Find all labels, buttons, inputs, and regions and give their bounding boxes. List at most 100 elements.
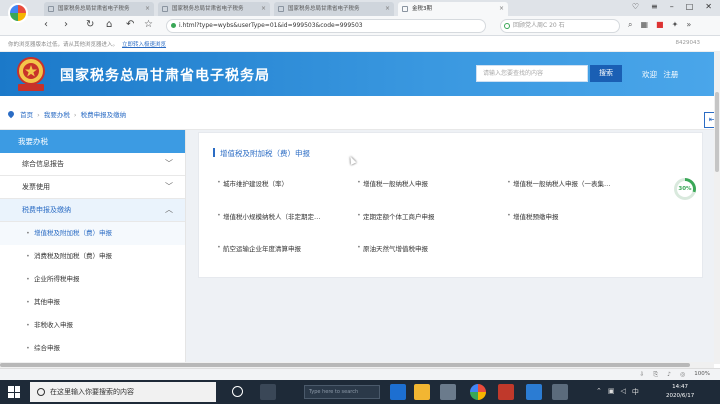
tab-favicon-icon	[162, 6, 168, 12]
browser-tab-3[interactable]: 国家税务总局甘肃省电子税务 ×	[274, 2, 394, 16]
url-field[interactable]: i.html?type=wybs&userType=01&id=999503&c…	[166, 19, 486, 33]
info-right-text: 8429043	[675, 40, 701, 46]
search-icon[interactable]: ⌕	[628, 20, 632, 30]
window-controls: ♡ ≡ – □ ✕	[632, 2, 712, 11]
sidebar-header: 我要办税	[0, 130, 185, 153]
filing-link-vat-small-scale[interactable]: 增值税小规模纳税人（非定期定…	[217, 211, 321, 221]
home-icon[interactable]: ⌂	[106, 19, 112, 30]
taskbar-app-icon-3[interactable]	[552, 384, 568, 400]
taskbar-app-icon-2[interactable]	[440, 384, 456, 400]
site-search-input[interactable]: 请输入您要查找的内容	[476, 65, 588, 82]
back-arrow-icon[interactable]: ‹	[44, 19, 48, 30]
taskbar-app-icon[interactable]	[260, 384, 276, 400]
tab-close-icon[interactable]: ×	[261, 2, 266, 16]
word-icon[interactable]	[526, 384, 542, 400]
sidebar-subitem-other[interactable]: 其他申报	[0, 291, 185, 314]
tab-close-icon[interactable]: ×	[499, 2, 504, 16]
browser-logo-icon[interactable]	[8, 3, 28, 23]
tab-favicon-icon	[402, 6, 408, 12]
filing-link-vat-prepaid[interactable]: 增值税预缴申报	[507, 211, 559, 221]
welcome-text: 欢迎	[642, 70, 657, 79]
toolbar-icons: ⌕ ▦ ■ ✦ »	[628, 20, 691, 30]
forward-arrow-icon[interactable]: ›	[64, 19, 68, 30]
sidebar-subitem-comprehensive[interactable]: 综合申报	[0, 337, 185, 360]
sidebar-subitem-vat[interactable]: 增值税及附加税（费）申报	[0, 222, 185, 245]
zoom-level[interactable]: 100%	[694, 371, 710, 379]
screenshot-icon[interactable]: ⎘	[653, 371, 658, 379]
vertical-scroll-thumb[interactable]	[715, 92, 719, 172]
filing-panel: 增值税及附加税（费）申报 城市维护建设税（率） 增值税一般纳税人申报 增值税一般…	[198, 132, 703, 278]
browser-tab-active[interactable]: 金税3期 ×	[398, 2, 508, 16]
logout-link[interactable]: 注册	[663, 70, 678, 79]
info-message: 你的浏览器版本过低，请从其他浏览器进入。 立即转入极速浏览	[8, 42, 167, 48]
filing-link-aviation-settlement[interactable]: 航空运输企业年度清算申报	[217, 243, 301, 253]
site-search-button[interactable]: 搜索	[590, 65, 622, 82]
user-area: 欢迎 注册	[642, 69, 682, 80]
menu-icon[interactable]: ≡	[651, 2, 658, 11]
progress-ring-widget[interactable]: 30%	[674, 178, 696, 200]
breadcrumb-level1[interactable]: 我要办税	[44, 111, 70, 119]
bookmark-star-icon[interactable]: ☆	[144, 19, 153, 30]
file-explorer-icon[interactable]	[414, 384, 430, 400]
site-title: 国家税务总局甘肃省电子税务局	[60, 68, 270, 84]
windows-start-icon[interactable]	[8, 386, 20, 398]
sidebar-subitem-non-tax-revenue[interactable]: 非税收入申报	[0, 314, 185, 337]
tab-close-icon[interactable]: ×	[385, 2, 390, 16]
switch-browser-link[interactable]: 立即转入极速浏览	[122, 42, 166, 48]
breadcrumb-home[interactable]: 首页	[20, 111, 33, 119]
task-view-icon[interactable]	[232, 386, 243, 397]
taskbar-clock[interactable]: 14:47 2020/6/17	[666, 383, 694, 401]
breadcrumb-separator: ›	[73, 111, 77, 119]
filing-link-fixed-quota[interactable]: 定期定额个体工商户申报	[357, 211, 435, 221]
chevron-down-icon: ﹀	[165, 182, 173, 191]
vertical-scrollbar[interactable]	[714, 52, 720, 364]
maximize-icon[interactable]: □	[686, 2, 694, 11]
breadcrumb: 首页 › 我要办税 › 税费申报及缴纳	[0, 96, 720, 130]
tray-volume-icon[interactable]: ◁	[621, 387, 626, 397]
search-engine-icon	[504, 23, 510, 29]
network-icon[interactable]: ◎	[680, 371, 685, 379]
browser-tab-1[interactable]: 国家税务总局甘肃省电子税务 ×	[44, 2, 154, 16]
tab-close-icon[interactable]: ×	[145, 2, 150, 16]
address-bar-row: ‹ › ↻ ⌂ ↶ ☆ i.html?type=wybs&userType=01…	[0, 16, 720, 36]
extension-icon[interactable]: ✦	[672, 20, 679, 30]
horizontal-scroll-thumb[interactable]	[0, 363, 690, 367]
sound-icon[interactable]: ♪	[667, 371, 671, 379]
browser-taskbar-icon[interactable]	[470, 384, 486, 400]
sidebar: 我要办税 综合信息报告 ﹀ 发票使用 ﹀ 税费申报及缴纳 ︿ 增值税及附加税（费…	[0, 130, 186, 364]
download-icon[interactable]: ⇩	[639, 371, 644, 379]
edge-browser-icon[interactable]	[390, 384, 406, 400]
tab-favicon-icon	[278, 6, 284, 12]
tray-network-icon[interactable]: ▣	[608, 387, 615, 397]
filing-link-urban-construction-tax[interactable]: 城市维护建设税（率）	[217, 178, 288, 188]
filing-link-vat-general[interactable]: 增值税一般纳税人申报	[357, 178, 428, 188]
close-window-icon[interactable]: ✕	[705, 2, 712, 11]
sidebar-item-invoice[interactable]: 发票使用 ﹀	[0, 176, 185, 199]
tab-favicon-icon	[48, 6, 54, 12]
filing-link-vat-general-one-form[interactable]: 增值税一般纳税人申报（一表集…	[507, 178, 611, 188]
sidebar-subitem-consumption-tax[interactable]: 消费税及附加税（费）申报	[0, 245, 185, 268]
browser-tab-2[interactable]: 国家税务总局甘肃省电子税务 ×	[158, 2, 270, 16]
grid-icon[interactable]: ▦	[640, 20, 648, 30]
sidebar-item-tax-filing[interactable]: 税费申报及缴纳 ︿	[0, 199, 185, 222]
tray-up-arrow-icon[interactable]: ⌃	[596, 387, 602, 397]
taskbar-search-input[interactable]: 在这里输入你要搜索的内容	[30, 382, 216, 402]
game-icon[interactable]: ■	[656, 20, 664, 30]
reload-icon[interactable]: ↻	[86, 19, 94, 30]
windows-taskbar: 在这里输入你要搜索的内容 Type here to search ⌃ ▣ ◁ 中…	[0, 380, 720, 404]
taskbar-secondary-search[interactable]: Type here to search	[304, 385, 380, 399]
minimize-icon[interactable]: –	[670, 2, 674, 11]
tray-ime-icon[interactable]: 中	[632, 387, 639, 397]
filing-link-crude-oil-gas-vat[interactable]: 原油天然气增值税申报	[357, 243, 428, 253]
chevron-down-icon: ﹀	[165, 159, 173, 168]
more-icon[interactable]: »	[686, 20, 691, 30]
undo-icon[interactable]: ↶	[126, 19, 134, 30]
browser-search-field[interactable]: 回顾党人周C 20 石	[500, 19, 620, 33]
media-player-icon[interactable]	[498, 384, 514, 400]
sidebar-subitem-corporate-income-tax[interactable]: 企业所得税申报	[0, 268, 185, 291]
clock-time: 14:47	[672, 384, 689, 390]
shield-icon[interactable]: ♡	[632, 2, 639, 11]
sidebar-item-info-report[interactable]: 综合信息报告 ﹀	[0, 153, 185, 176]
chevron-up-icon: ︿	[165, 205, 173, 214]
panel-title: 增值税及附加税（费）申报	[213, 148, 310, 159]
